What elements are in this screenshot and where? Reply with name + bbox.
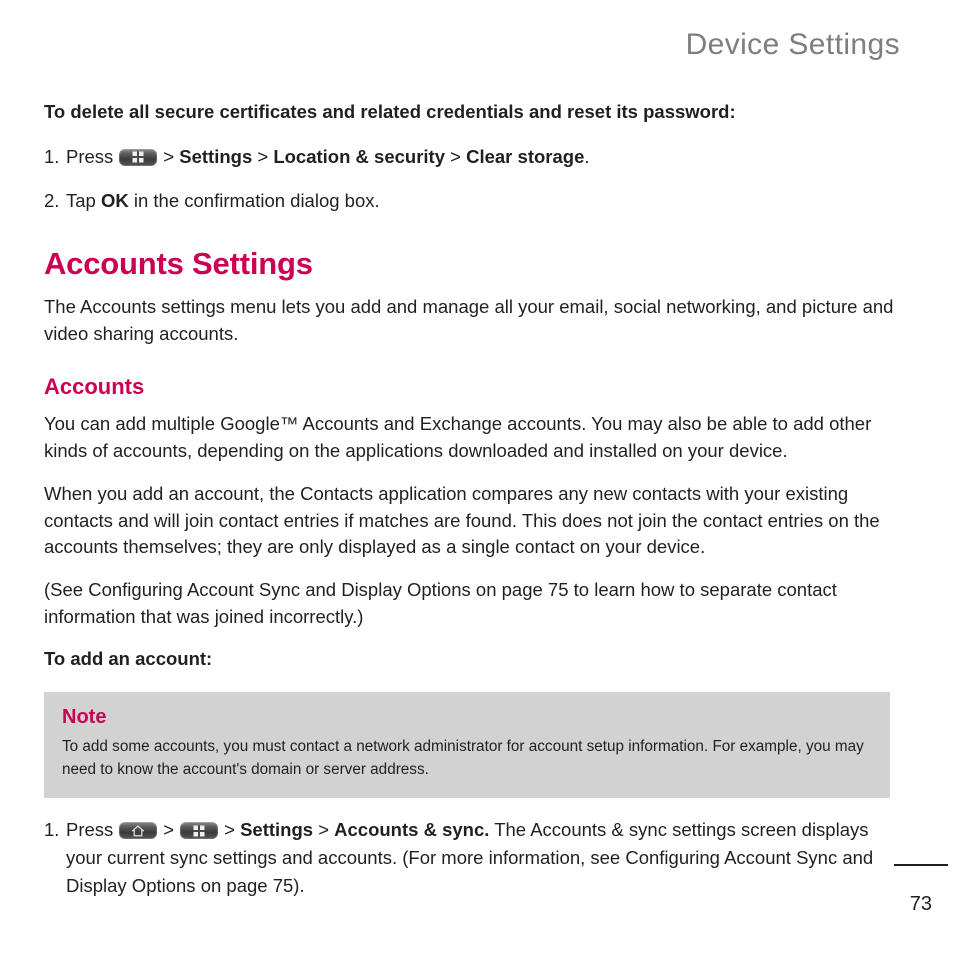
breadcrumb-separator: > — [318, 819, 329, 841]
step-prefix: Tap — [66, 189, 96, 211]
step-tail-punctuation: . — [584, 145, 590, 167]
step-text: Press > > Settings > Accounts & sync. The … — [66, 816, 902, 899]
page-number: 73 — [909, 893, 932, 915]
step-item: 1. Press > > Settings > Accounts & sync. T… — [44, 816, 902, 899]
document-page: Device Settings To delete all secure cer… — [0, 0, 954, 954]
breadcrumb-separator: > — [224, 819, 235, 841]
step-prefix: Press — [66, 819, 114, 841]
step-number: 1. — [44, 145, 60, 167]
step-prefix: Press — [66, 145, 114, 167]
intro-lead-text: To delete all secure certificates and re… — [44, 101, 736, 122]
ok-button-reference: OK — [100, 189, 129, 211]
breadcrumb-separator: > — [163, 145, 175, 167]
menu-key-icon — [119, 148, 158, 166]
breadcrumb-separator: > — [257, 145, 269, 167]
menu-key-icon — [180, 822, 219, 840]
step-number: 2. — [44, 189, 60, 211]
menu-path-settings: Settings — [240, 819, 314, 841]
note-body-text: To add some accounts, you must contact a… — [62, 737, 864, 779]
menu-path-clear-storage: Clear storage — [466, 145, 585, 167]
menu-path-location-security: Location & security — [273, 145, 446, 167]
step-number: 1. — [44, 819, 60, 841]
body-paragraph: (See Configuring Account Sync and Displa… — [44, 579, 837, 627]
running-header: Device Settings — [685, 28, 900, 61]
step-tail: in the confirmation dialog box. — [133, 189, 380, 211]
menu-path-settings: Settings — [179, 145, 253, 167]
body-paragraph: You can add multiple Google™ Accounts an… — [44, 413, 872, 461]
step-item: 1. Press > Settings > Location & security… — [44, 143, 902, 171]
body-paragraph: When you add an account, the Contacts ap… — [44, 482, 880, 558]
section-heading-accounts-settings: Accounts Settings — [44, 246, 313, 282]
page-content: To delete all secure certificates and re… — [44, 100, 902, 915]
note-title: Note — [62, 705, 107, 728]
breadcrumb-separator: > — [450, 145, 461, 167]
footer-divider-rule — [894, 864, 948, 866]
step-text: Press > Settings > Location & security > … — [66, 143, 902, 171]
step-item: 2. Tap OK in the confirmation dialog box… — [44, 187, 902, 215]
section-intro-paragraph: The Accounts settings menu lets you add … — [44, 296, 894, 345]
menu-path-accounts-sync: Accounts & sync. — [334, 819, 490, 841]
add-account-lead-text: To add an account: — [44, 647, 213, 669]
step-text: Tap OK in the confirmation dialog box. — [66, 187, 902, 215]
home-key-icon — [119, 822, 158, 840]
subsection-heading-accounts: Accounts — [44, 374, 145, 400]
note-callout-box: Note To add some accounts, you must cont… — [44, 691, 890, 799]
breadcrumb-separator: > — [163, 819, 175, 841]
